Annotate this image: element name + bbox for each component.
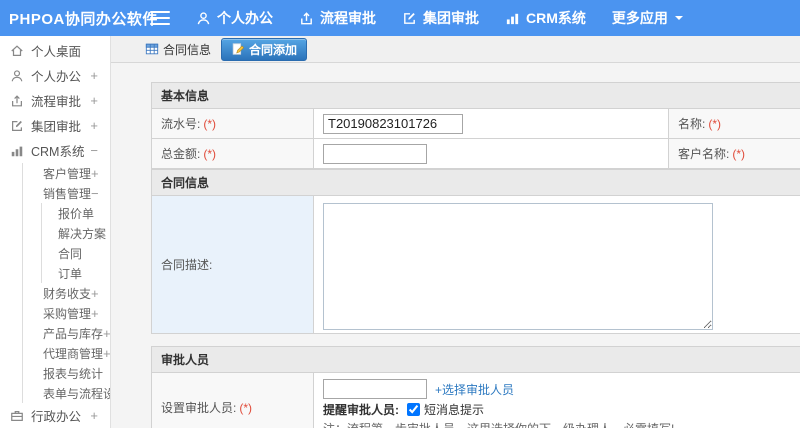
form-area: 基本信息 流水号:(*) 名称:(*) 总金额:(*) <box>111 63 800 428</box>
table-row: 总金额: (*) 客户名称: (*) <box>151 138 800 169</box>
sidebar-item-customer-mgmt[interactable]: 客户管理 + <box>23 163 110 183</box>
sidebar-item-contract[interactable]: 合同 <box>42 243 110 263</box>
nav-label: 个人办公 <box>217 10 273 26</box>
section-title-basic: 基本信息 <box>150 82 800 109</box>
section-title-approver: 审批人员 <box>150 346 800 373</box>
nav-label: 流程审批 <box>320 10 376 26</box>
chart-icon <box>505 11 520 26</box>
sidebar-item-finance[interactable]: 财务收支 + <box>23 283 110 303</box>
tab-contract-add[interactable]: 合同添加 <box>221 37 308 61</box>
top-navbar: PHPOA协同办公软件 个人办公 流程审批 集团审批 CRM系统 更多应用 <box>0 0 800 36</box>
total-amount-input[interactable] <box>323 143 427 164</box>
tab-label: 合同信息 <box>163 42 212 57</box>
nav-crm-system[interactable]: CRM系统 <box>505 8 586 28</box>
phpoa-app: { "header": { "logo": "PHPOA协同办公软件", "na… <box>0 0 800 428</box>
required-mark: (*) <box>732 147 746 161</box>
sms-remind-label: 短消息提示 <box>424 403 485 417</box>
total-amount-label: 总金额: (*) <box>151 138 314 169</box>
required-mark: (*) <box>708 117 722 131</box>
sidebar-item-order[interactable]: 订单 <box>42 263 110 283</box>
contract-info-table: 合同信息 合同描述: <box>150 169 800 334</box>
choose-approver-link[interactable]: +选择审批人员 <box>435 381 514 398</box>
nav-label: CRM系统 <box>526 10 586 26</box>
caret-down-icon <box>674 16 683 24</box>
top-nav-menu: 个人办公 流程审批 集团审批 CRM系统 更多应用 <box>196 8 709 28</box>
sidebar-item-crm[interactable]: CRM系统 − <box>0 138 110 163</box>
serial-number-label: 流水号: (*) <box>151 108 314 139</box>
total-amount-cell <box>313 138 669 169</box>
sidebar-item-form-flow-settings[interactable]: 表单与流程设置 + <box>23 383 110 403</box>
sidebar-item-quotation[interactable]: 报价单 <box>42 203 110 223</box>
sidebar-item-workflow-approval[interactable]: 流程审批 + <box>0 88 110 113</box>
tab-label: 合同添加 <box>249 42 298 57</box>
table-row: 流水号:(*) 名称:(*) <box>151 108 800 139</box>
flow-icon <box>10 94 24 108</box>
remind-approver-label: 提醒审批人员: <box>323 403 399 417</box>
nav-more-apps[interactable]: 更多应用 <box>612 8 683 28</box>
sales-submenu: 报价单 解决方案 合同 订单 <box>41 203 110 283</box>
nav-group-approval[interactable]: 集团审批 <box>402 8 479 28</box>
briefcase-icon <box>10 409 24 423</box>
sidebar-item-admin-office[interactable]: 行政办公 + <box>0 403 110 428</box>
serial-number-cell <box>313 108 669 139</box>
section-title-contract: 合同信息 <box>150 169 800 196</box>
home-icon <box>10 44 24 58</box>
sidebar: 个人桌面 个人办公 + 流程审批 + 集团审批 + CRM系统 − 客户管理 + <box>0 36 111 428</box>
sidebar-item-group-approval[interactable]: 集团审批 + <box>0 113 110 138</box>
pencil-icon <box>231 42 245 56</box>
user-icon <box>196 11 211 26</box>
sidebar-item-personal-desktop[interactable]: 个人桌面 <box>0 38 110 63</box>
user-icon <box>10 69 24 83</box>
crm-submenu: 客户管理 + 销售管理 − 报价单 解决方案 合同 订单 财务收支 + 采购管理… <box>22 163 110 403</box>
hamburger-icon[interactable] <box>150 11 170 25</box>
app-logo: PHPOA协同办公软件 <box>9 10 158 28</box>
nav-personal-office[interactable]: 个人办公 <box>196 8 273 28</box>
sidebar-item-agent-mgmt[interactable]: 代理商管理 + <box>23 343 110 363</box>
approver-cell: +选择审批人员 提醒审批人员: 短消息提示 注：流程第一步审批人员，这里选择你的… <box>312 372 800 428</box>
contract-description-label: 合同描述: <box>151 195 314 334</box>
edit-icon <box>402 11 417 26</box>
sidebar-item-purchase[interactable]: 采购管理 + <box>23 303 110 323</box>
sidebar-item-solution[interactable]: 解决方案 <box>42 223 110 243</box>
sidebar-item-product-inventory[interactable]: 产品与库存 + <box>23 323 110 343</box>
tab-bar: 合同信息 合同添加 <box>111 36 800 63</box>
sidebar-item-reports[interactable]: 报表与统计 <box>23 363 110 383</box>
required-mark: (*) <box>203 147 217 161</box>
serial-number-input[interactable] <box>323 113 463 134</box>
set-approver-label: 设置审批人员: (*) <box>151 372 314 428</box>
table-row: 合同描述: <box>151 195 800 334</box>
approver-input[interactable] <box>323 379 427 399</box>
table-row: 设置审批人员:(*) +选择审批人员 提醒审批人员: 短消息提示 注：流程第一步… <box>151 372 800 428</box>
contract-description-cell <box>312 195 800 334</box>
approver-note: 注：流程第一步审批人员，这里选择你的下一级办理人，必需填写! <box>323 420 800 428</box>
sidebar-item-personal-office[interactable]: 个人办公 + <box>0 63 110 88</box>
nav-label: 更多应用 <box>611 10 668 26</box>
customer-name-label: 客户名称: (*) <box>668 138 800 169</box>
flow-icon <box>299 11 314 26</box>
chart-icon <box>10 144 24 158</box>
edit-icon <box>10 119 24 133</box>
sidebar-item-sales-mgmt[interactable]: 销售管理 − <box>23 183 110 203</box>
nav-label: 集团审批 <box>423 10 479 26</box>
required-mark: (*) <box>239 400 253 415</box>
contract-description-textarea[interactable] <box>323 203 713 330</box>
sms-remind-checkbox[interactable] <box>407 403 420 416</box>
tab-contract-info[interactable]: 合同信息 <box>139 38 217 61</box>
nav-workflow-approval[interactable]: 流程审批 <box>299 8 376 28</box>
content-area: 合同信息 合同添加 基本信息 流水号: (*) T20190823101726 … <box>111 36 800 428</box>
basic-info-table: 基本信息 流水号:(*) 名称:(*) 总金额:(*) <box>150 82 800 169</box>
approver-table: 审批人员 设置审批人员: (*) +选择审批人员 提醒审批人员: 短消息提示 <box>150 346 800 428</box>
name-label: 名称: (*) <box>668 108 800 139</box>
table-icon <box>145 42 159 56</box>
required-mark: (*) <box>203 117 217 131</box>
